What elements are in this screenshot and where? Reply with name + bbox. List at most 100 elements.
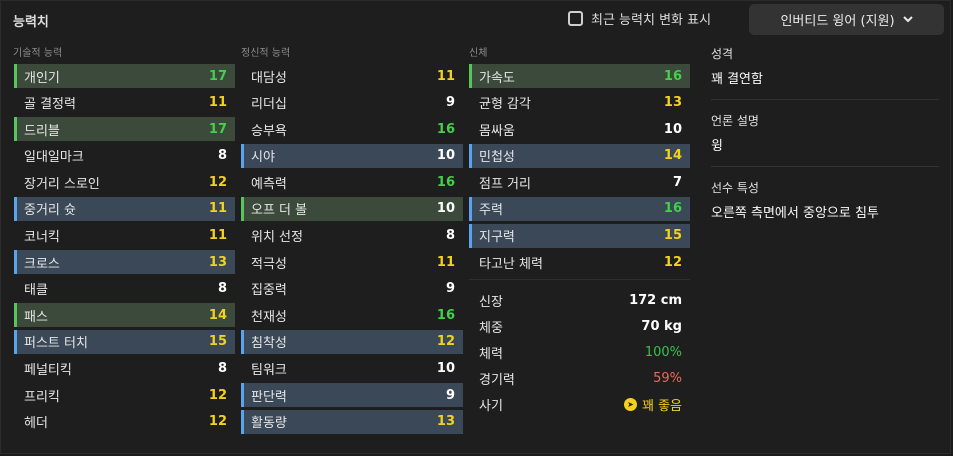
height-row: 신장 172 cm [469, 287, 690, 313]
attribute-row[interactable]: 일대일마크 8 [14, 144, 235, 168]
attribute-row[interactable]: 헤더 12 [14, 410, 235, 434]
divider [469, 279, 690, 280]
attribute-row[interactable]: 판단력 9 [241, 383, 463, 408]
attribute-row[interactable]: 리더십 9 [241, 91, 463, 115]
attribute-row[interactable]: 적극성 11 [241, 250, 463, 274]
attribute-name: 집중력 [251, 283, 287, 299]
attribute-value: 16 [436, 174, 455, 190]
attribute-name: 대담성 [251, 70, 287, 86]
attribute-row[interactable]: 활동량 13 [241, 409, 463, 434]
attribute-row[interactable]: 타고난 체력 12 [469, 250, 690, 274]
morale-arrow-icon: ➤ [623, 397, 637, 411]
attribute-row[interactable]: 페널티킥 8 [14, 357, 235, 381]
attribute-value: 15 [208, 334, 227, 350]
attribute-value: 16 [436, 307, 455, 323]
chevron-down-icon [902, 13, 913, 26]
attribute-row[interactable]: 드리블 17 [14, 117, 235, 142]
attribute-row[interactable]: 예측력 16 [241, 170, 463, 194]
media-value: 윙 [711, 139, 723, 154]
condition-value: 100% [644, 344, 682, 360]
attribute-name: 예측력 [251, 176, 287, 192]
attribute-value: 16 [663, 68, 682, 84]
attribute-name: 오프 더 볼 [251, 203, 308, 219]
attribute-row[interactable]: 지구력 15 [469, 223, 690, 248]
morale-value: 꽤 좋음 [641, 398, 682, 414]
traits-value[interactable]: 오른쪽 측면에서 중앙으로 침투 [711, 202, 939, 221]
morale-row[interactable]: 사기 ➤ 꽤 좋음 [469, 391, 690, 417]
attribute-row[interactable]: 승부욕 16 [241, 117, 463, 141]
personality-label: 성격 [711, 47, 734, 61]
attribute-value: 10 [436, 201, 455, 217]
attribute-row[interactable]: 장거리 스로인 12 [14, 170, 235, 194]
attribute-row[interactable]: 태클 8 [14, 277, 235, 301]
attribute-row[interactable]: 중거리 슛 11 [14, 196, 235, 221]
attribute-row[interactable]: 천재성 16 [241, 303, 463, 327]
attribute-name: 주력 [479, 203, 503, 219]
attribute-row[interactable]: 몸싸움 10 [469, 117, 690, 141]
attribute-row[interactable]: 주력 16 [469, 196, 690, 221]
recent-changes-label: 최근 능력치 변화 표시 [591, 13, 712, 28]
attribute-name: 크로스 [24, 256, 60, 272]
attribute-row[interactable]: 오프 더 볼 10 [241, 196, 463, 221]
attribute-row[interactable]: 민첩성 14 [469, 143, 690, 168]
attribute-value: 11 [208, 201, 227, 217]
attribute-row[interactable]: 크로스 13 [14, 250, 235, 275]
attribute-value: 9 [445, 95, 455, 111]
attribute-name: 균형 감각 [479, 97, 531, 113]
player-info: 신장 172 cm 체중 70 kg 체력 100% 경기력 59% 사기 ➤ … [469, 287, 690, 417]
sharpness-label: 경기력 [479, 372, 515, 388]
attribute-name: 승부욕 [251, 123, 287, 139]
attribute-value: 16 [436, 121, 455, 137]
attribute-value: 8 [445, 228, 455, 244]
panel-title: 능력치 [13, 15, 49, 30]
weight-label: 체중 [479, 320, 503, 336]
attribute-value: 11 [436, 68, 455, 84]
attribute-row[interactable]: 가속도 16 [469, 64, 690, 88]
attribute-row[interactable]: 위치 선정 8 [241, 224, 463, 248]
attribute-name: 일대일마크 [24, 150, 84, 166]
attribute-value: 13 [436, 414, 455, 430]
attribute-name: 퍼스트 터치 [24, 336, 88, 352]
attribute-value: 11 [208, 95, 227, 111]
height-label: 신장 [479, 294, 503, 310]
attribute-name: 타고난 체력 [479, 256, 543, 272]
attribute-value: 12 [208, 387, 227, 403]
attribute-name: 리더십 [251, 97, 287, 113]
attribute-row[interactable]: 점프 거리 7 [469, 170, 690, 194]
role-select[interactable]: 인버티드 윙어 (지원) [749, 4, 944, 35]
attribute-row[interactable]: 코너킥 11 [14, 224, 235, 248]
attribute-value: 8 [217, 361, 227, 377]
attribute-row[interactable]: 시야 10 [241, 143, 463, 168]
attribute-row[interactable]: 침착성 12 [241, 329, 463, 354]
attribute-name: 민첩성 [479, 150, 515, 166]
morale-indicator[interactable]: ➤ 꽤 좋음 [623, 395, 682, 414]
attribute-row[interactable]: 팀워크 10 [241, 357, 463, 381]
attribute-row[interactable]: 프리킥 12 [14, 383, 235, 407]
attribute-value: 15 [663, 228, 682, 244]
recent-changes-toggle[interactable]: 최근 능력치 변화 표시 [568, 9, 711, 28]
attribute-row[interactable]: 골 결정력 11 [14, 91, 235, 115]
attribute-value: 11 [208, 228, 227, 244]
attribute-name: 몸싸움 [479, 123, 515, 139]
attribute-row[interactable]: 패스 14 [14, 303, 235, 328]
attribute-value: 13 [208, 254, 227, 270]
attribute-value: 10 [436, 148, 455, 164]
physical-heading: 신체 [469, 48, 488, 59]
technical-heading: 기술적 능력 [13, 48, 63, 59]
attribute-row[interactable]: 균형 감각 13 [469, 91, 690, 115]
attribute-row[interactable]: 대담성 11 [241, 64, 463, 88]
checkbox-icon[interactable] [568, 11, 583, 26]
attribute-value: 16 [663, 201, 682, 217]
attribute-name: 중거리 슛 [24, 203, 76, 219]
attribute-name: 위치 선정 [251, 230, 303, 246]
weight-row: 체중 70 kg [469, 313, 690, 339]
attribute-value: 14 [208, 307, 227, 323]
attribute-value: 8 [217, 281, 227, 297]
attribute-value: 12 [436, 334, 455, 350]
attribute-value: 17 [208, 68, 227, 84]
attribute-name: 페널티킥 [24, 363, 72, 379]
attribute-row[interactable]: 개인기 17 [14, 64, 235, 88]
attribute-value: 17 [208, 121, 227, 137]
attribute-row[interactable]: 집중력 9 [241, 277, 463, 301]
attribute-row[interactable]: 퍼스트 터치 15 [14, 329, 235, 354]
